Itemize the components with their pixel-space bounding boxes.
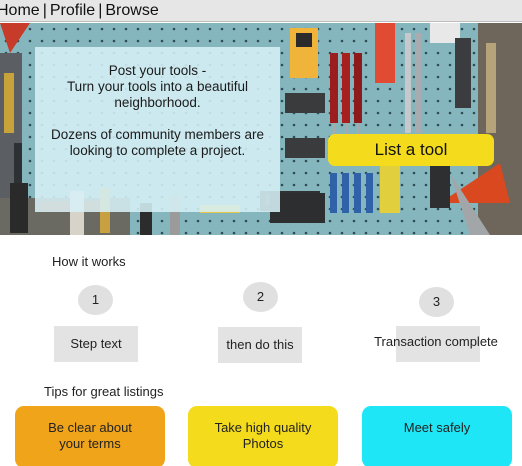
- step-2-text: then do this: [218, 327, 302, 363]
- hero-description: Dozens of community members are looking …: [50, 127, 265, 158]
- hero-heading: Post your tools -: [108, 63, 207, 78]
- tip-card-terms: Be clear about your terms: [15, 406, 165, 466]
- step-3-number: 3: [419, 287, 454, 317]
- step-1-number: 1: [78, 285, 113, 315]
- step-3-text: Transaction complete: [372, 326, 500, 362]
- nav-home-link[interactable]: Home: [0, 2, 40, 19]
- step-2-number: 2: [243, 282, 278, 312]
- list-a-tool-button[interactable]: List a tool: [328, 134, 494, 166]
- nav-browse-link[interactable]: Browse: [105, 2, 158, 19]
- hero-banner: Post your tools - Turn your tools into a…: [0, 23, 522, 235]
- tip-card-photos-text: Take high quality Photos: [214, 420, 312, 451]
- hero-message-card: Post your tools - Turn your tools into a…: [35, 47, 280, 212]
- step-1-text: Step text: [54, 326, 138, 362]
- how-it-works-title: How it works: [52, 254, 126, 269]
- tip-card-photos: Take high quality Photos: [188, 406, 338, 466]
- tip-card-safety: Meet safely: [362, 406, 512, 466]
- tip-card-terms-text: Be clear about your terms: [48, 420, 132, 451]
- top-navigation: Home | Profile | Browse: [0, 0, 522, 22]
- tips-title: Tips for great listings: [44, 384, 164, 399]
- nav-links: Home | Profile | Browse: [0, 0, 159, 21]
- nav-separator: |: [42, 2, 47, 19]
- tip-card-safety-text: Meet safely: [403, 420, 471, 435]
- hero-subheading: Turn your tools into a beautiful neighbo…: [66, 79, 249, 110]
- nav-profile-link[interactable]: Profile: [50, 2, 95, 19]
- nav-separator: |: [98, 2, 103, 19]
